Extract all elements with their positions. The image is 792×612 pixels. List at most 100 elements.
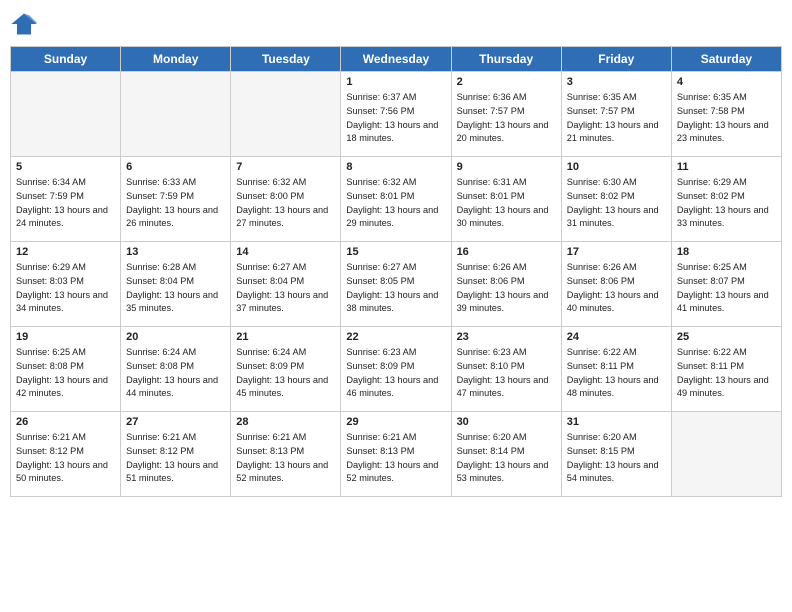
sunrise-text: Sunrise: 6:26 AM [567,262,637,272]
sunset-text: Sunset: 7:57 PM [567,106,635,116]
sunrise-text: Sunrise: 6:27 AM [346,262,416,272]
sunrise-text: Sunrise: 6:21 AM [16,432,86,442]
sunrise-text: Sunrise: 6:20 AM [567,432,637,442]
sunrise-text: Sunrise: 6:30 AM [567,177,637,187]
calendar-cell: 12Sunrise: 6:29 AMSunset: 8:03 PMDayligh… [11,242,121,327]
sunrise-text: Sunrise: 6:36 AM [457,92,527,102]
day-info: Sunrise: 6:28 AMSunset: 8:04 PMDaylight:… [126,261,225,316]
calendar-cell: 30Sunrise: 6:20 AMSunset: 8:14 PMDayligh… [451,412,561,497]
sunrise-text: Sunrise: 6:20 AM [457,432,527,442]
day-info: Sunrise: 6:22 AMSunset: 8:11 PMDaylight:… [567,346,666,401]
calendar-cell: 4Sunrise: 6:35 AMSunset: 7:58 PMDaylight… [671,72,781,157]
week-row-3: 12Sunrise: 6:29 AMSunset: 8:03 PMDayligh… [11,242,782,327]
week-row-1: 1Sunrise: 6:37 AMSunset: 7:56 PMDaylight… [11,72,782,157]
day-number: 3 [567,76,666,88]
sunrise-text: Sunrise: 6:24 AM [236,347,306,357]
daylight-text: Daylight: 13 hours and 41 minutes. [677,290,769,314]
sunrise-text: Sunrise: 6:32 AM [236,177,306,187]
header-friday: Friday [561,47,671,72]
daylight-text: Daylight: 13 hours and 24 minutes. [16,205,108,229]
calendar-cell: 14Sunrise: 6:27 AMSunset: 8:04 PMDayligh… [231,242,341,327]
day-number: 29 [346,416,445,428]
daylight-text: Daylight: 13 hours and 50 minutes. [16,460,108,484]
day-info: Sunrise: 6:26 AMSunset: 8:06 PMDaylight:… [457,261,556,316]
sunrise-text: Sunrise: 6:35 AM [567,92,637,102]
calendar-cell: 26Sunrise: 6:21 AMSunset: 8:12 PMDayligh… [11,412,121,497]
daylight-text: Daylight: 13 hours and 30 minutes. [457,205,549,229]
sunset-text: Sunset: 8:03 PM [16,276,84,286]
day-info: Sunrise: 6:23 AMSunset: 8:10 PMDaylight:… [457,346,556,401]
sunset-text: Sunset: 8:14 PM [457,446,525,456]
calendar-cell: 20 Sunrise: 6:24 AMSunset: 8:08 PMDayligh… [121,327,231,412]
calendar-cell [671,412,781,497]
day-info: Sunrise: 6:25 AMSunset: 8:08 PMDaylight:… [16,346,115,401]
sunrise-text: Sunrise: 6:29 AM [16,262,86,272]
sunset-text: Sunset: 8:10 PM [457,361,525,371]
sunset-text: Sunset: 8:11 PM [567,361,634,371]
week-row-5: 26Sunrise: 6:21 AMSunset: 8:12 PMDayligh… [11,412,782,497]
calendar-cell: 23 Sunrise: 6:23 AMSunset: 8:10 PMDayligh… [451,327,561,412]
daylight-text: Daylight: 13 hours and 45 minutes. [236,375,328,399]
calendar-cell: 16Sunrise: 6:26 AMSunset: 8:06 PMDayligh… [451,242,561,327]
daylight-text: Daylight: 13 hours and 48 minutes. [567,375,659,399]
day-info: Sunrise: 6:32 AM Sunset: 8:00 PM Daylight:… [236,176,335,231]
sunset-text: Sunset: 8:15 PM [567,446,635,456]
day-number: 19 [16,331,115,343]
logo-icon [10,10,38,38]
day-number: 18 [677,246,776,258]
daylight-text: Daylight: 13 hours and 51 minutes. [126,460,218,484]
week-row-2: 5Sunrise: 6:34 AMSunset: 7:59 PMDaylight… [11,157,782,242]
sunset-text: Sunset: 8:06 PM [457,276,525,286]
daylight-text: Daylight: 13 hours and 37 minutes. [236,290,328,314]
day-info: Sunrise: 6:34 AMSunset: 7:59 PMDaylight:… [16,176,115,231]
daylight-text: Daylight: 13 hours and 31 minutes. [567,205,659,229]
header-saturday: Saturday [671,47,781,72]
header-sunday: Sunday [11,47,121,72]
daylight-text: Daylight: 13 hours and 35 minutes. [126,290,218,314]
calendar-cell: 11Sunrise: 6:29 AMSunset: 8:02 PMDayligh… [671,157,781,242]
day-number: 15 [346,246,445,258]
day-info: Sunrise: 6:24 AMSunset: 8:08 PMDaylight:… [126,346,225,401]
day-info: Sunrise: 6:27 AMSunset: 8:05 PMDaylight:… [346,261,445,316]
sunrise-text: Sunrise: 6:22 AM [677,347,747,357]
day-number: 8 [346,161,445,173]
day-info: Sunrise: 6:21 AMSunset: 8:12 PMDaylight:… [16,431,115,486]
sunset-text: Sunset: 8:09 PM [236,361,304,371]
calendar-table: SundayMondayTuesdayWednesdayThursdayFrid… [10,46,782,497]
sunset-text: Sunset: 8:09 PM [346,361,414,371]
daylight-text: Daylight: 13 hours and 52 minutes. [236,460,328,484]
calendar-cell: 17Sunrise: 6:26 AMSunset: 8:06 PMDayligh… [561,242,671,327]
header-tuesday: Tuesday [231,47,341,72]
sunset-text: Sunset: 8:02 PM [567,191,635,201]
day-info: Sunrise: 6:29 AMSunset: 8:03 PMDaylight:… [16,261,115,316]
day-number: 2 [457,76,556,88]
sunset-text: Sunset: 8:13 PM [236,446,304,456]
calendar-cell: 27Sunrise: 6:21 AMSunset: 8:12 PMDayligh… [121,412,231,497]
sunrise-text: Sunrise: 6:27 AM [236,262,306,272]
calendar-cell: 28Sunrise: 6:21 AMSunset: 8:13 PMDayligh… [231,412,341,497]
day-number: 17 [567,246,666,258]
calendar-cell: 15 Sunrise: 6:27 AMSunset: 8:05 PMDayligh… [341,242,451,327]
sunset-text: Sunset: 8:00 PM [236,191,304,201]
day-number: 7 [236,161,335,173]
day-number: 28 [236,416,335,428]
day-number: 20 [126,331,225,343]
day-number: 6 [126,161,225,173]
sunrise-text: Sunrise: 6:23 AM [346,347,416,357]
day-number: 21 [236,331,335,343]
sunrise-text: Sunrise: 6:33 AM [126,177,196,187]
calendar-cell: 1Sunrise: 6:37 AMSunset: 7:56 PMDaylight… [341,72,451,157]
sunset-text: Sunset: 8:01 PM [457,191,525,201]
day-info: Sunrise: 6:36 AMSunset: 7:57 PMDaylight:… [457,91,556,146]
sunset-text: Sunset: 8:06 PM [567,276,635,286]
daylight-text: Daylight: 13 hours and 27 minutes. [236,205,328,229]
sunrise-text: Sunrise: 6:26 AM [457,262,527,272]
day-info: Sunrise: 6:20 AMSunset: 8:14 PMDaylight:… [457,431,556,486]
sunset-text: Sunset: 7:56 PM [346,106,414,116]
calendar-cell: 19 Sunrise: 6:25 AMSunset: 8:08 PMDayligh… [11,327,121,412]
sunset-text: Sunset: 7:59 PM [126,191,194,201]
day-number: 23 [457,331,556,343]
sunrise-text: Sunrise: 6:25 AM [16,347,86,357]
sunset-text: Sunset: 8:07 PM [677,276,745,286]
calendar-cell [231,72,341,157]
